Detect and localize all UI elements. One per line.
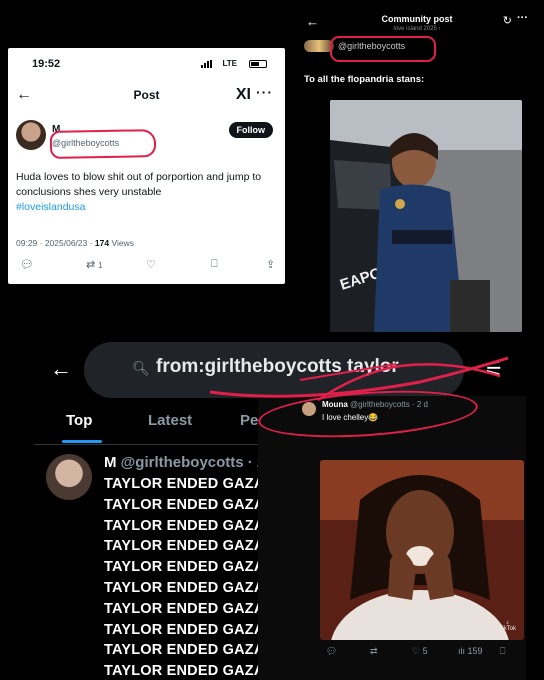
status-time: 19:52 [32,58,61,70]
retweet-icon[interactable]: ⇄ [370,646,378,657]
views-icon[interactable]: ılı 159 [458,646,483,656]
tiktok-watermark: ♪ TikTok [499,620,516,632]
tweet-text: Huda loves to blow shit out of porportio… [16,171,262,198]
bookmark-icon[interactable]: ⎕ [211,258,218,271]
retweet-count: 1 [98,261,103,270]
more-options-icon[interactable]: ··· [256,84,273,100]
like-icon[interactable]: ♡ [146,258,156,271]
views-label: Views [109,238,134,248]
community-header: ← Community post love island 2025 › ↻ ··… [298,8,536,36]
handle-annotation-circle [49,129,157,159]
hashtag-link[interactable]: #loveislandusa [16,201,85,213]
tweet-body: Huda loves to blow shit out of porportio… [16,170,274,215]
like-count: 5 [422,646,428,656]
post-image[interactable]: EAPOLIS [330,100,522,332]
police-photo-illustration: EAPOLIS [330,100,522,332]
grok-icon[interactable]: XI [236,86,251,104]
reply-handle: @girltheboycotts · 2 d [347,400,428,409]
reply-author[interactable]: Mouna @girltheboycotts · 2 d [322,400,428,409]
more-options-icon[interactable]: ··· [517,12,528,24]
follow-button[interactable]: Follow [228,122,273,138]
community-title: Community post [381,14,453,24]
avatar[interactable] [46,454,92,500]
result-author[interactable]: M @girltheboycotts · 20 [104,454,274,471]
tweet-actions: 💬︎ ⇄ 1 ♡ ⎕ ⇪ [16,258,277,274]
community-subtitle[interactable]: love island 2025 › [298,26,536,32]
view-count: 159 [467,646,483,656]
post-text: To all the flopandria stans: [304,74,425,85]
status-bar: 19:52 LTE [8,58,285,72]
reply-video[interactable]: ♪ TikTok [320,460,524,640]
video-still-illustration [320,460,524,640]
handle-annotation-circle [330,36,436,62]
tab-top[interactable]: Top [66,412,92,429]
refresh-icon[interactable]: ↻ [503,14,512,27]
result-name: M [104,454,117,471]
back-arrow-icon[interactable]: ← [50,356,72,382]
signal-icon [201,60,213,68]
retweet-icon[interactable]: ⇄ 1 [86,258,103,271]
filter-icon[interactable]: ⚟ [484,356,504,382]
reply-icon[interactable]: 💬︎ [20,258,34,271]
tweet-timestamp: 09:29 · 2025/06/23 · [16,238,95,248]
search-query[interactable]: from:girltheboycotts taylor [156,356,399,378]
bookmark-icon[interactable]: ⎕ [500,646,505,657]
battery-icon [249,60,267,68]
avatar[interactable] [16,120,46,150]
like-icon[interactable]: ♡ 5 [412,646,428,657]
tiktok-label: TikTok [498,626,516,632]
search-icon: 🔍︎ [132,360,150,376]
community-post-panel: ← Community post love island 2025 › ↻ ··… [298,8,536,338]
views-count: 174 [94,238,110,248]
active-tab-indicator [62,440,102,443]
tab-latest[interactable]: Latest [148,412,192,429]
reply-post-panel: Mouna @girltheboycotts · 2 d I love chel… [256,384,526,680]
tweet-panel: 19:52 LTE ← Post XI ··· M @girltheboycot… [8,48,285,284]
share-icon[interactable]: ⇪ [266,258,275,271]
network-label: LTE [222,59,237,68]
avatar[interactable] [302,402,316,416]
result-handle: @girltheboycotts · 20 [120,454,274,471]
tweet-meta: 09:29 · 2025/06/23 · 174 Views [16,238,134,248]
reply-text: I love chelley😂 [322,413,379,422]
post-navbar: ← Post XI ··· [8,84,285,108]
reply-icon[interactable]: 💬︎ [326,646,337,657]
reply-name: Mouna [322,400,348,409]
